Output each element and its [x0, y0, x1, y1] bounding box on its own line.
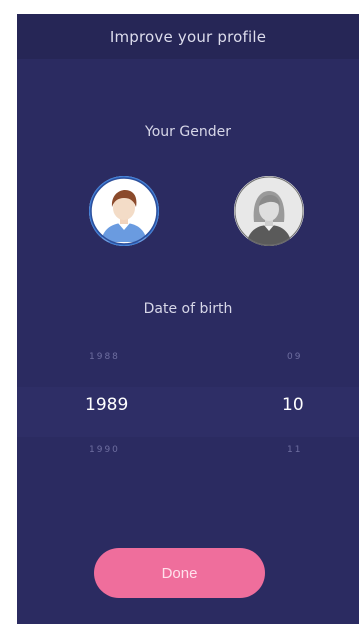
done-button-label: Done	[161, 564, 198, 582]
profile-screen: Improve your profile Your Gender Date of…	[17, 14, 359, 624]
picker-row-next[interactable]: 1990 11	[17, 445, 359, 485]
dob-label: Date of birth	[143, 301, 233, 317]
year-selected[interactable]: 1989	[85, 395, 128, 415]
gender-label: Your Gender	[145, 124, 231, 140]
month-selected[interactable]: 10	[282, 395, 304, 415]
female-avatar-icon	[234, 176, 304, 246]
male-avatar-icon	[90, 177, 158, 245]
year-option[interactable]: 1990	[89, 445, 120, 455]
gender-option-male[interactable]	[89, 176, 159, 246]
month-option[interactable]: 11	[287, 445, 302, 455]
year-option[interactable]: 1988	[89, 352, 120, 362]
done-button[interactable]: Done	[94, 548, 265, 598]
gender-option-female[interactable]	[234, 176, 304, 246]
picker-row-selected[interactable]: 1989 10	[17, 395, 359, 435]
page-title: Improve your profile	[109, 27, 267, 46]
picker-row-previous[interactable]: 1988 09	[17, 352, 359, 392]
month-option[interactable]: 09	[287, 352, 302, 362]
header-bar: Improve your profile	[17, 14, 359, 59]
